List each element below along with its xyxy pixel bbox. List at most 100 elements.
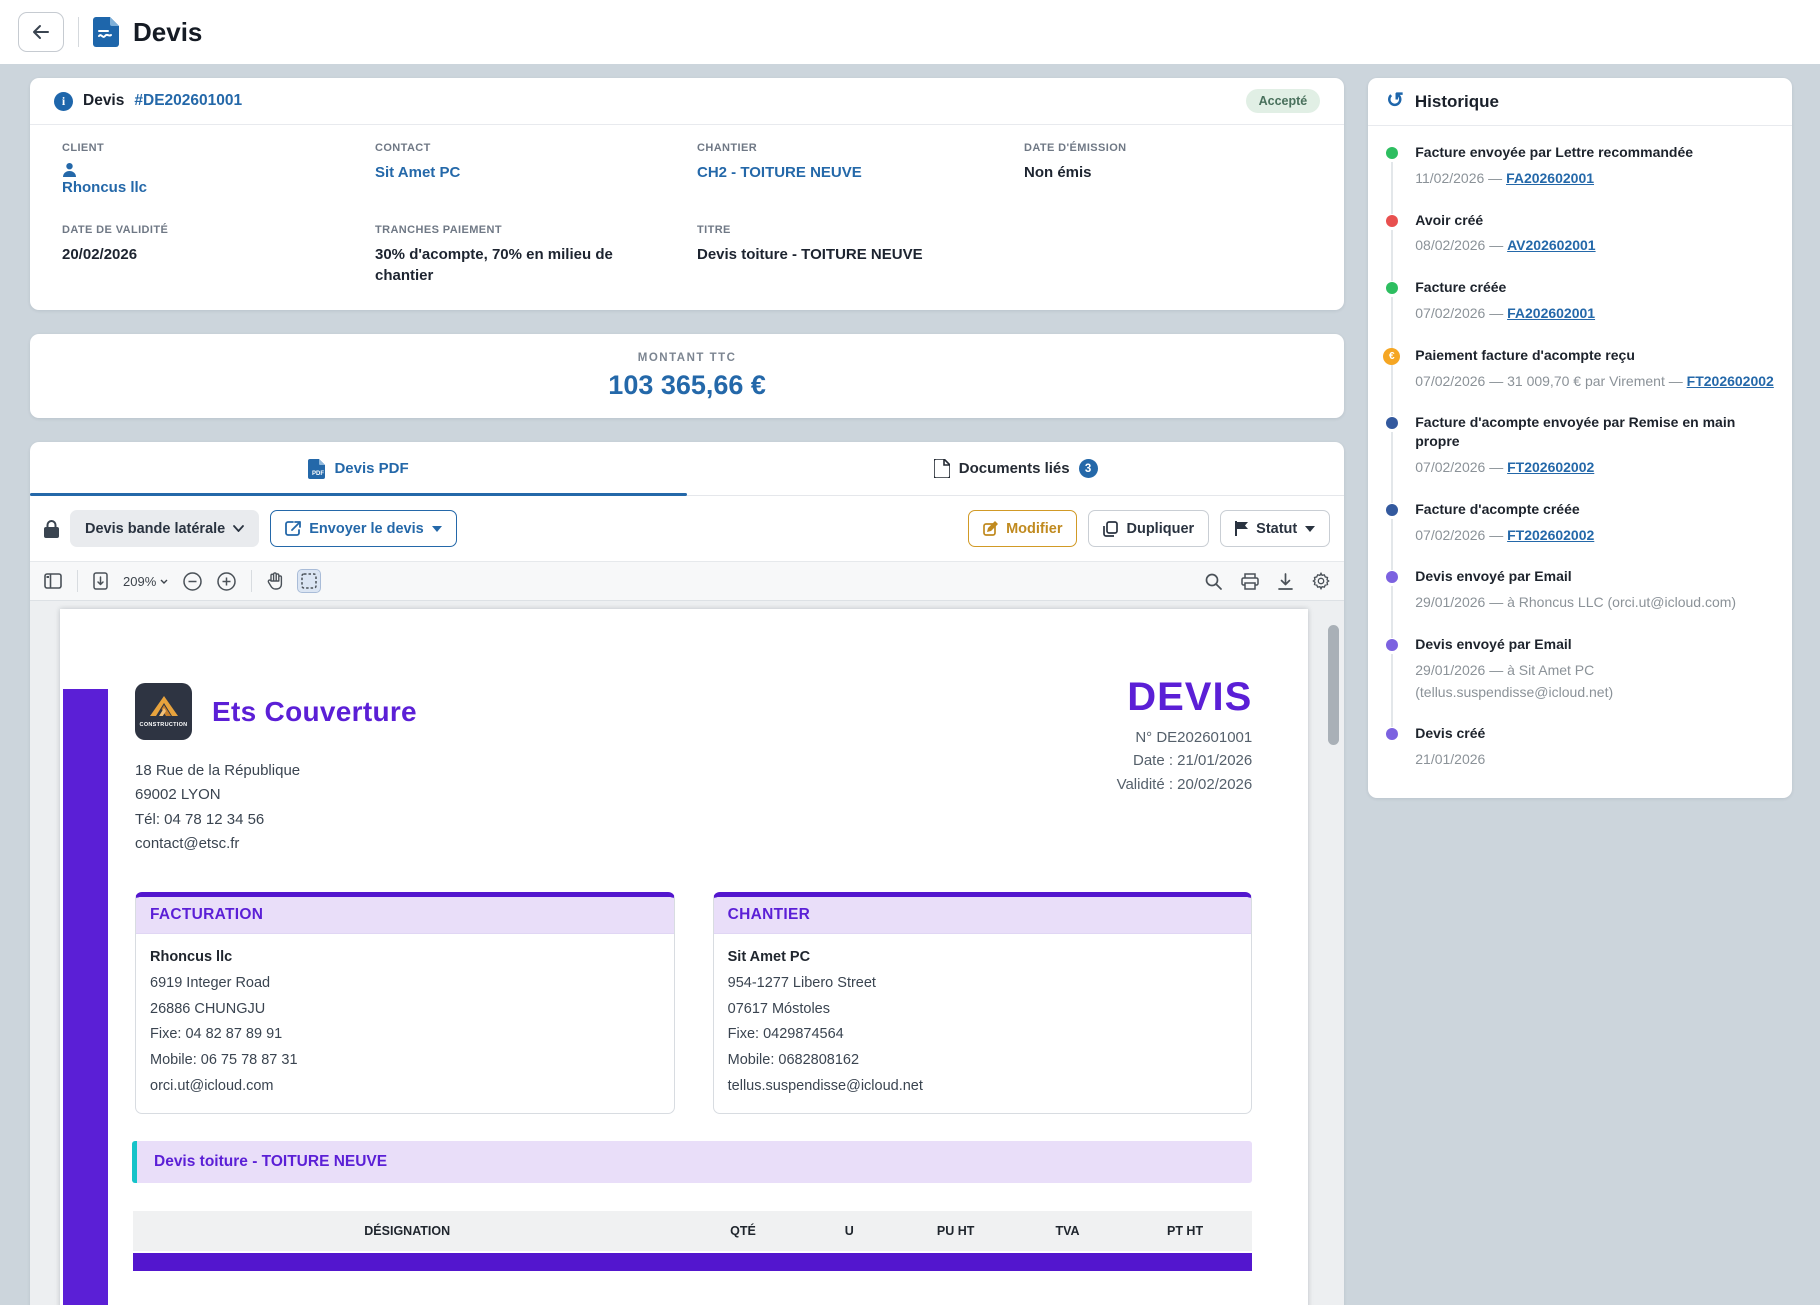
history-item-meta: 29/01/2026 — à Rhoncus LLC (orci.ut@iclo… [1415,592,1779,614]
fit-page-icon[interactable] [93,572,108,590]
field-client-label: CLIENT [62,142,375,154]
facturation-line: Mobile: 06 75 78 87 31 [150,1048,660,1074]
history-item-meta: 21/01/2026 [1415,749,1779,771]
back-button[interactable] [18,12,64,52]
history-sep: — [1485,459,1507,475]
history-date: 07/02/2026 [1415,373,1485,389]
page-title: Devis [133,17,202,48]
field-titre-label: TITRE [697,224,1024,236]
field-chantier: CHANTIER CH2 - TOITURE NEUVE [697,142,1024,198]
history-item-meta: 29/01/2026 — à Sit Amet PC (tellus.suspe… [1415,660,1779,703]
flag-icon [1235,521,1248,536]
field-tranches-value: 30% d'acompte, 70% en milieu de chantier [375,244,613,286]
field-contact-value[interactable]: Sit Amet PC [375,162,697,183]
field-chantier-value[interactable]: CH2 - TOITURE NEUVE [697,162,1024,183]
summary-title: Devis [83,92,124,110]
zoom-level-control[interactable]: 209% [123,574,168,589]
left-column: i Devis #DE202601001 Accepté CLIENT Rhon… [30,78,1344,1305]
history-item-title: Devis envoyé par Email [1415,567,1779,586]
history-date: 07/02/2026 [1415,305,1485,321]
history-doc-link[interactable]: FT202602002 [1507,527,1594,543]
page-accent-stripe [63,689,108,1305]
history-item: Devis envoyé par Email 29/01/2026 — à Rh… [1383,567,1779,635]
history-item: Avoir créé 08/02/2026 — AV202602001 [1383,211,1779,279]
tab-documents-lies[interactable]: Documents liés 3 [687,442,1344,495]
history-sep: — 31 009,70 € par Virement — [1485,373,1686,389]
field-client-text: Rhoncus llc [62,179,147,196]
summary-header: i Devis #DE202601001 Accepté [30,78,1344,125]
template-select-label: Devis bande latérale [85,521,225,537]
field-date-validite: DATE DE VALIDITÉ 20/02/2026 [62,224,375,286]
history-item: € Paiement facture d'acompte reçu 07/02/… [1383,346,1779,414]
summary-number[interactable]: #DE202601001 [134,92,242,110]
history-date: 11/02/2026 [1415,170,1484,186]
col-pt-ht: PT HT [1118,1224,1252,1238]
status-button[interactable]: Statut [1220,510,1330,547]
history-item-meta: 08/02/2026 — AV202602001 [1415,235,1779,257]
chantier-line: Mobile: 0682808162 [728,1048,1238,1074]
pdf-file-icon: PDF [308,459,325,479]
send-devis-label: Envoyer le devis [309,521,423,537]
tab-devis-pdf[interactable]: PDF Devis PDF [30,442,687,495]
tab-documents-lies-label: Documents liés [959,460,1070,477]
select-tool-icon[interactable] [298,570,320,592]
items-table: DÉSIGNATION QTÉ U PU HT TVA PT HT [133,1211,1252,1271]
items-table-header: DÉSIGNATION QTÉ U PU HT TVA PT HT [133,1211,1252,1251]
col-u: U [805,1224,895,1238]
devis-validity: Validité : 20/02/2026 [1117,773,1253,796]
sidebar-toggle-icon[interactable] [44,573,62,589]
history-item-title: Avoir créé [1415,211,1779,230]
facturation-line: 26886 CHUNGJU [150,997,660,1023]
field-tranches: TRANCHES PAIEMENT 30% d'acompte, 70% en … [375,224,697,286]
active-tab-underline [30,493,687,496]
history-item-title: Facture d'acompte créée [1415,500,1779,519]
address-line: 69002 LYON [135,783,300,807]
settings-gear-icon[interactable] [1312,572,1330,590]
history-sep: — [1484,170,1506,186]
right-column: ↺ Historique Facture envoyée par Lettre … [1368,78,1792,798]
history-dot [1386,417,1398,429]
field-date-validite-value: 20/02/2026 [62,244,375,265]
summary-body: CLIENT Rhoncus llc CONTACT Sit Amet PC C… [30,125,1344,310]
history-doc-link[interactable]: AV202602001 [1507,237,1595,253]
toolbar-divider [251,570,252,592]
facturation-line: 6919 Integer Road [150,971,660,997]
chantier-line: 07617 Móstoles [728,997,1238,1023]
field-contact-label: CONTACT [375,142,697,154]
hand-tool-icon[interactable] [267,572,283,590]
chantier-box: CHANTIER Sit Amet PC 954-1277 Libero Str… [713,892,1253,1114]
field-titre-value: Devis toiture - TOITURE NEUVE [697,244,1024,265]
field-empty [1024,224,1312,286]
history-doc-link[interactable]: FT202602002 [1687,373,1774,389]
main-content: i Devis #DE202601001 Accepté CLIENT Rhon… [0,64,1820,1305]
field-client-value[interactable]: Rhoncus llc [62,162,375,198]
history-date: 07/02/2026 [1415,459,1485,475]
history-doc-link[interactable]: FT202602002 [1507,459,1594,475]
zoom-out-icon[interactable] [183,572,202,591]
modify-button[interactable]: Modifier [968,510,1077,547]
zoom-in-icon[interactable] [217,572,236,591]
print-icon[interactable] [1241,573,1259,590]
history-item: Facture d'acompte créée 07/02/2026 — FT2… [1383,500,1779,568]
person-icon [62,162,77,177]
history-item: Devis envoyé par Email 29/01/2026 — à Si… [1383,635,1779,724]
pdf-toolbar-right [1205,572,1330,590]
pdf-viewer[interactable]: CONSTRUCTION Ets Couverture DEVIS N° DE2… [30,601,1344,1305]
chevron-down-icon [160,579,168,584]
history-doc-link[interactable]: FA202602001 [1506,170,1594,186]
viewer-scrollbar[interactable] [1328,625,1339,745]
send-devis-button[interactable]: Envoyer le devis [270,510,456,547]
caret-down-icon [1305,526,1315,532]
history-doc-link[interactable]: FA202602001 [1507,305,1595,321]
field-date-validite-label: DATE DE VALIDITÉ [62,224,375,236]
download-icon[interactable] [1278,573,1293,590]
history-sep: — à Rhoncus LLC (orci.ut@icloud.com) [1485,594,1736,610]
facturation-box-title: FACTURATION [136,897,674,934]
chantier-box-body: Sit Amet PC 954-1277 Libero Street 07617… [714,934,1252,1113]
template-select[interactable]: Devis bande latérale [70,510,259,547]
duplicate-button[interactable]: Dupliquer [1088,510,1209,547]
action-bar-right: Modifier Dupliquer Statut [968,510,1330,547]
field-date-emission: DATE D'ÉMISSION Non émis [1024,142,1312,198]
search-icon[interactable] [1205,573,1222,590]
history-item-meta: 07/02/2026 — FT202602002 [1415,457,1779,479]
